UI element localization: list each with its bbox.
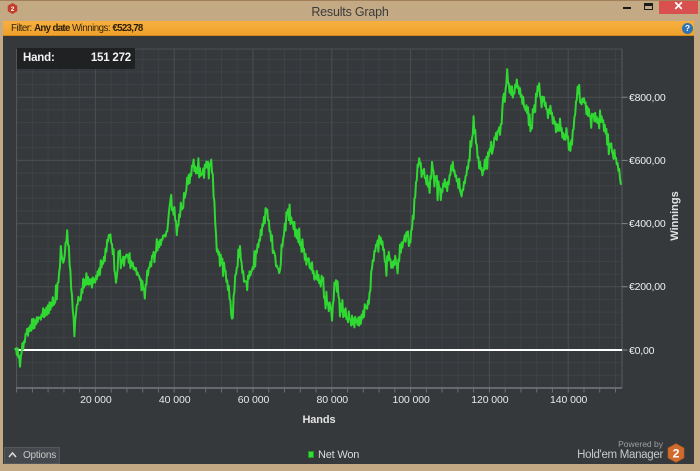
- svg-text:2: 2: [673, 447, 680, 461]
- svg-text:2: 2: [11, 6, 15, 13]
